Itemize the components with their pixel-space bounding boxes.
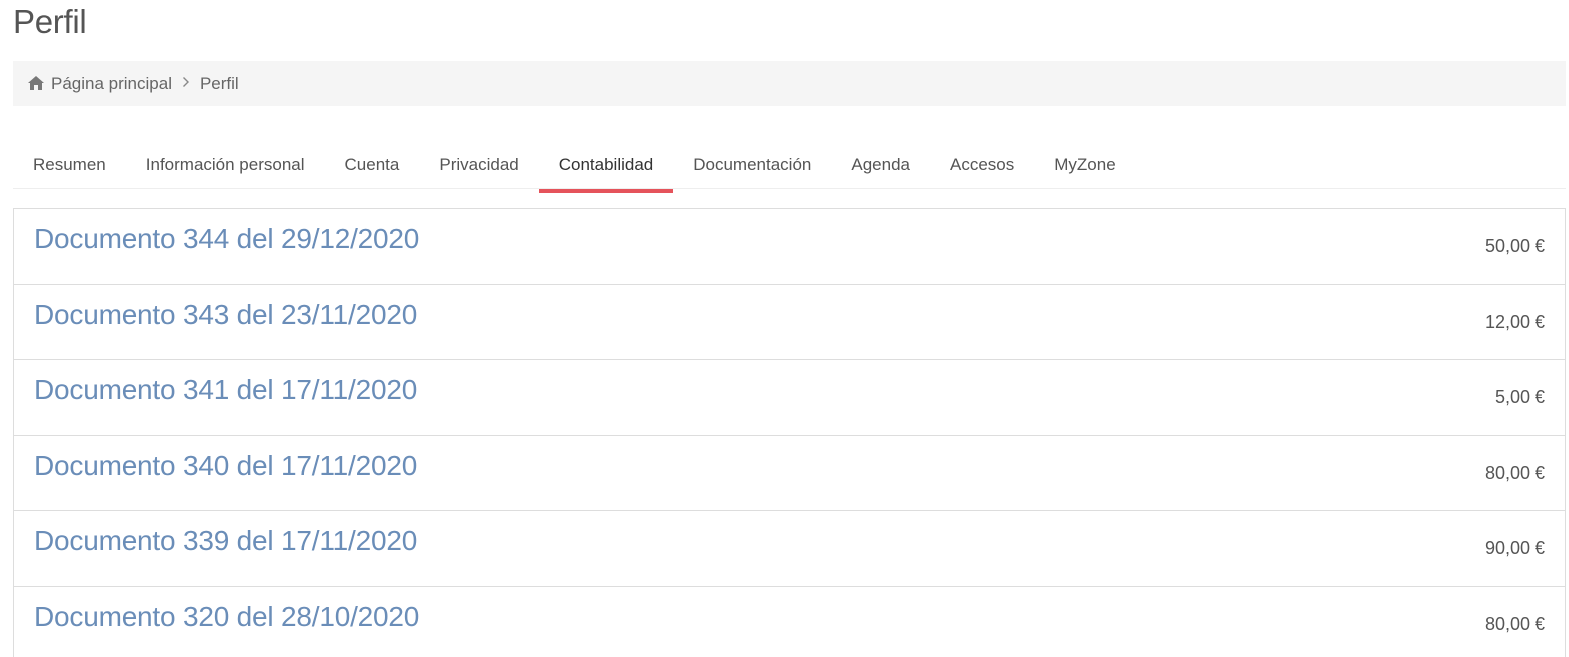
list-item: Documento 339 del 17/11/2020 90,00 € [14, 511, 1565, 587]
page-title: Perfil [13, 3, 87, 40]
list-item: Documento 343 del 23/11/2020 12,00 € [14, 285, 1565, 360]
tab-myzone[interactable]: MyZone [1034, 143, 1135, 188]
document-link[interactable]: Documento 344 del 29/12/2020 [34, 223, 419, 255]
document-link[interactable]: Documento 340 del 17/11/2020 [34, 450, 417, 482]
tab-privacidad[interactable]: Privacidad [419, 143, 538, 188]
tab-contabilidad[interactable]: Contabilidad [538, 143, 674, 193]
list-item: Documento 341 del 17/11/2020 5,00 € [14, 360, 1565, 436]
tab-cuenta[interactable]: Cuenta [325, 143, 420, 188]
document-amount: 90,00 € [1484, 538, 1545, 558]
document-amount: 80,00 € [1484, 462, 1545, 483]
document-link[interactable]: Documento 343 del 23/11/2020 [34, 299, 417, 331]
document-amount: 80,00 € [1484, 613, 1545, 634]
document-link[interactable]: Documento 339 del 17/11/2020 [34, 525, 417, 557]
breadcrumb-home-link[interactable]: Página principal [51, 74, 172, 94]
document-amount: 5,00 € [1494, 387, 1545, 407]
document-list: Documento 344 del 29/12/2020 50,00 € Doc… [13, 208, 1566, 657]
profile-page: Perfil Página principal Perfil Resumen I… [0, 0, 1569, 657]
tab-accesos[interactable]: Accesos [930, 143, 1034, 188]
document-link[interactable]: Documento 320 del 28/10/2020 [34, 601, 419, 633]
document-amount: 50,00 € [1484, 236, 1545, 256]
home-icon [27, 75, 45, 91]
profile-tabs: Resumen Información personal Cuenta Priv… [13, 143, 1566, 193]
breadcrumb-separator-icon [182, 75, 190, 92]
list-item: Documento 320 del 28/10/2020 80,00 € [14, 587, 1565, 657]
breadcrumb-current: Perfil [199, 73, 239, 93]
tab-resumen[interactable]: Resumen [13, 143, 126, 188]
list-item: Documento 340 del 17/11/2020 80,00 € [14, 436, 1565, 511]
tab-documentacion[interactable]: Documentación [673, 143, 831, 188]
tab-agenda[interactable]: Agenda [831, 143, 930, 188]
list-item: Documento 344 del 29/12/2020 50,00 € [14, 209, 1565, 285]
breadcrumb: Página principal Perfil [13, 61, 1566, 106]
document-amount: 12,00 € [1484, 311, 1545, 332]
document-link[interactable]: Documento 341 del 17/11/2020 [34, 374, 417, 406]
tab-informacion-personal[interactable]: Información personal [126, 143, 325, 188]
